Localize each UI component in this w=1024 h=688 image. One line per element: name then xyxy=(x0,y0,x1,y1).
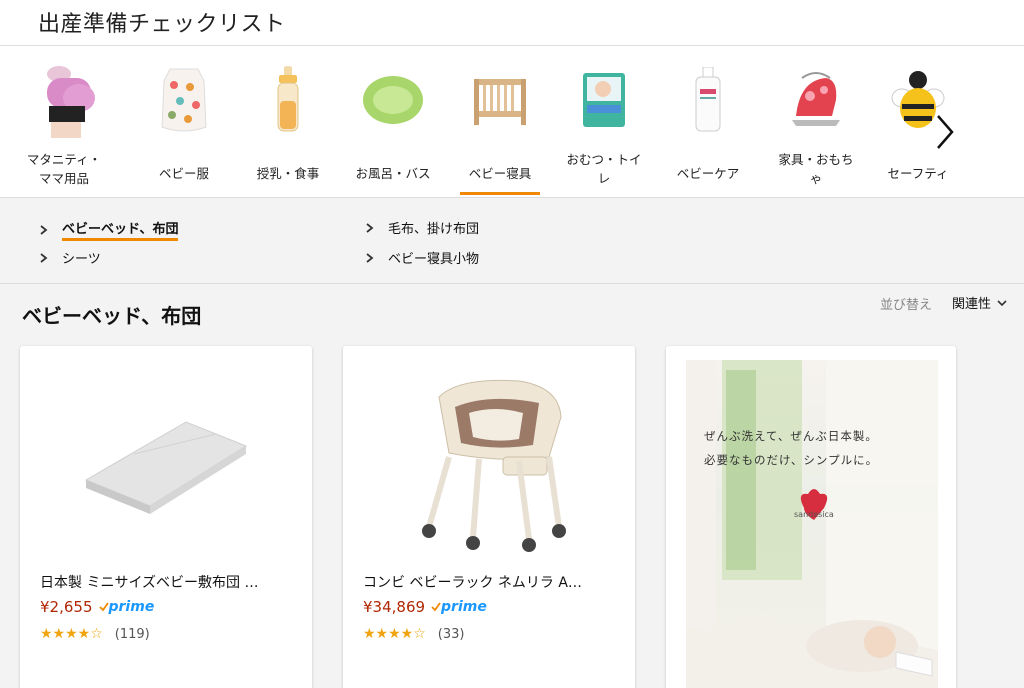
rating-row[interactable]: ★★★★☆ (119) xyxy=(40,626,150,642)
product-title[interactable]: 日本製 ミニサイズベビー敷布団 … xyxy=(40,572,296,592)
price-row: ¥34,869 prime xyxy=(363,598,487,616)
category-label: 授乳・食事 xyxy=(256,166,320,181)
crib-icon xyxy=(460,60,540,140)
ad-banner-image: ぜんぶ洗えて、ぜんぶ日本製。 必要なものだけ、シンプルに。 sandesica xyxy=(686,360,938,688)
category-label: マタニティ・ ママ用品 xyxy=(26,152,102,186)
ad-tagline: ぜんぶ洗えて、ぜんぶ日本製。 xyxy=(704,429,878,443)
category-label: 家具・おもちゃ xyxy=(778,152,854,186)
category-baby-clothes[interactable]: ベビー服 xyxy=(136,46,232,198)
chevron-right-icon xyxy=(40,224,48,235)
section-title: ベビーベッド、布団 xyxy=(22,304,202,328)
baby-bath-icon xyxy=(353,60,433,140)
category-maternity[interactable]: マタニティ・ ママ用品 xyxy=(16,46,112,198)
subcategory-sheets[interactable]: シーツ xyxy=(38,248,101,267)
star-rating: ★★★★☆ xyxy=(40,626,103,642)
star-rating: ★★★★☆ xyxy=(363,626,426,642)
product-title[interactable]: コンビ ベビーラック ネムリラ A… xyxy=(363,572,619,592)
header-bar: 出産準備チェックリスト xyxy=(0,0,1024,46)
product-image xyxy=(40,362,292,562)
diaper-pack-icon xyxy=(564,60,644,140)
chevron-right-icon[interactable] xyxy=(930,112,960,152)
subcategory-bedding-accessories[interactable]: ベビー寝具小物 xyxy=(364,248,479,267)
chevron-right-icon xyxy=(366,252,374,263)
price-row: ¥2,655 prime xyxy=(40,598,154,616)
category-baby-care[interactable]: ベビーケア xyxy=(660,46,756,198)
check-icon xyxy=(98,602,109,612)
sort-label: 並び替え xyxy=(880,298,933,313)
category-label: ベビー寝具 xyxy=(468,166,532,181)
ad-brand: sandesica xyxy=(794,510,834,519)
subcategory-label: ベビーベッド、布団 xyxy=(62,218,179,241)
subcategory-label: ベビー寝具小物 xyxy=(388,252,480,267)
category-label: ベビー服 xyxy=(158,166,209,181)
category-bath[interactable]: お風呂・バス xyxy=(345,46,441,198)
category-label: ベビーケア xyxy=(676,166,740,181)
rating-row[interactable]: ★★★★☆ (33) xyxy=(363,626,464,642)
active-tab-indicator xyxy=(460,192,540,195)
product-card[interactable]: 日本製 ミニサイズベビー敷布団 … ¥2,655 prime ★★★★☆ (11… xyxy=(20,346,312,688)
chevron-right-icon xyxy=(40,252,48,263)
category-label: お風呂・バス xyxy=(355,166,431,181)
maternity-icon xyxy=(24,60,104,140)
prime-badge: prime xyxy=(98,599,154,615)
sponsored-ad-card[interactable]: ぜんぶ洗えて、ぜんぶ日本製。 必要なものだけ、シンプルに。 sandesica xyxy=(666,346,956,688)
subcategory-baby-bed-futon[interactable]: ベビーベッド、布団 xyxy=(38,218,179,241)
category-feeding[interactable]: 授乳・食事 xyxy=(240,46,336,198)
product-image xyxy=(363,362,615,562)
review-count: (33) xyxy=(437,626,465,642)
bouncer-icon xyxy=(776,60,856,140)
product-card[interactable]: コンビ ベビーラック ネムリラ A… ¥34,869 prime ★★★★☆ (… xyxy=(343,346,635,688)
category-diapers[interactable]: おむつ・トイレ xyxy=(556,46,652,198)
baby-clothes-icon xyxy=(144,60,224,140)
subcategory-blanket[interactable]: 毛布、掛け布団 xyxy=(364,218,479,237)
category-baby-bedding[interactable]: ベビー寝具 xyxy=(452,46,548,198)
subcategory-label: シーツ xyxy=(62,252,101,267)
chevron-down-icon xyxy=(997,299,1007,306)
product-section: ベビーベッド、布団 並び替え 関連性 日本製 ミニサイズベビー敷布団 … ¥2,… xyxy=(0,284,1024,688)
chevron-right-icon xyxy=(366,222,374,233)
product-price: ¥2,655 xyxy=(40,598,93,616)
check-icon xyxy=(431,602,441,612)
baby-bottle-icon xyxy=(248,60,328,140)
ad-tagline: 必要なものだけ、シンプルに。 xyxy=(704,453,879,467)
page-title: 出産準備チェックリスト xyxy=(38,12,286,37)
review-count: (119) xyxy=(114,626,150,642)
category-label: セーフティ xyxy=(887,166,949,181)
lotion-bottle-icon xyxy=(668,60,748,140)
subcategory-nav: ベビーベッド、布団 毛布、掛け布団 シーツ ベビー寝具小物 xyxy=(0,198,1024,284)
category-label: おむつ・トイレ xyxy=(566,152,642,186)
category-nav: マタニティ・ ママ用品 ベビー服 授乳・食事 お風呂・バス ベビー寝具 おむつ・… xyxy=(0,46,1024,198)
sort-value: 関連性 xyxy=(952,297,992,312)
category-furniture-toys[interactable]: 家具・おもちゃ xyxy=(768,46,864,198)
product-price: ¥34,869 xyxy=(363,598,426,616)
sort-dropdown[interactable]: 関連性 xyxy=(952,293,1007,312)
prime-badge: prime xyxy=(431,599,487,615)
subcategory-label: 毛布、掛け布団 xyxy=(388,222,480,237)
